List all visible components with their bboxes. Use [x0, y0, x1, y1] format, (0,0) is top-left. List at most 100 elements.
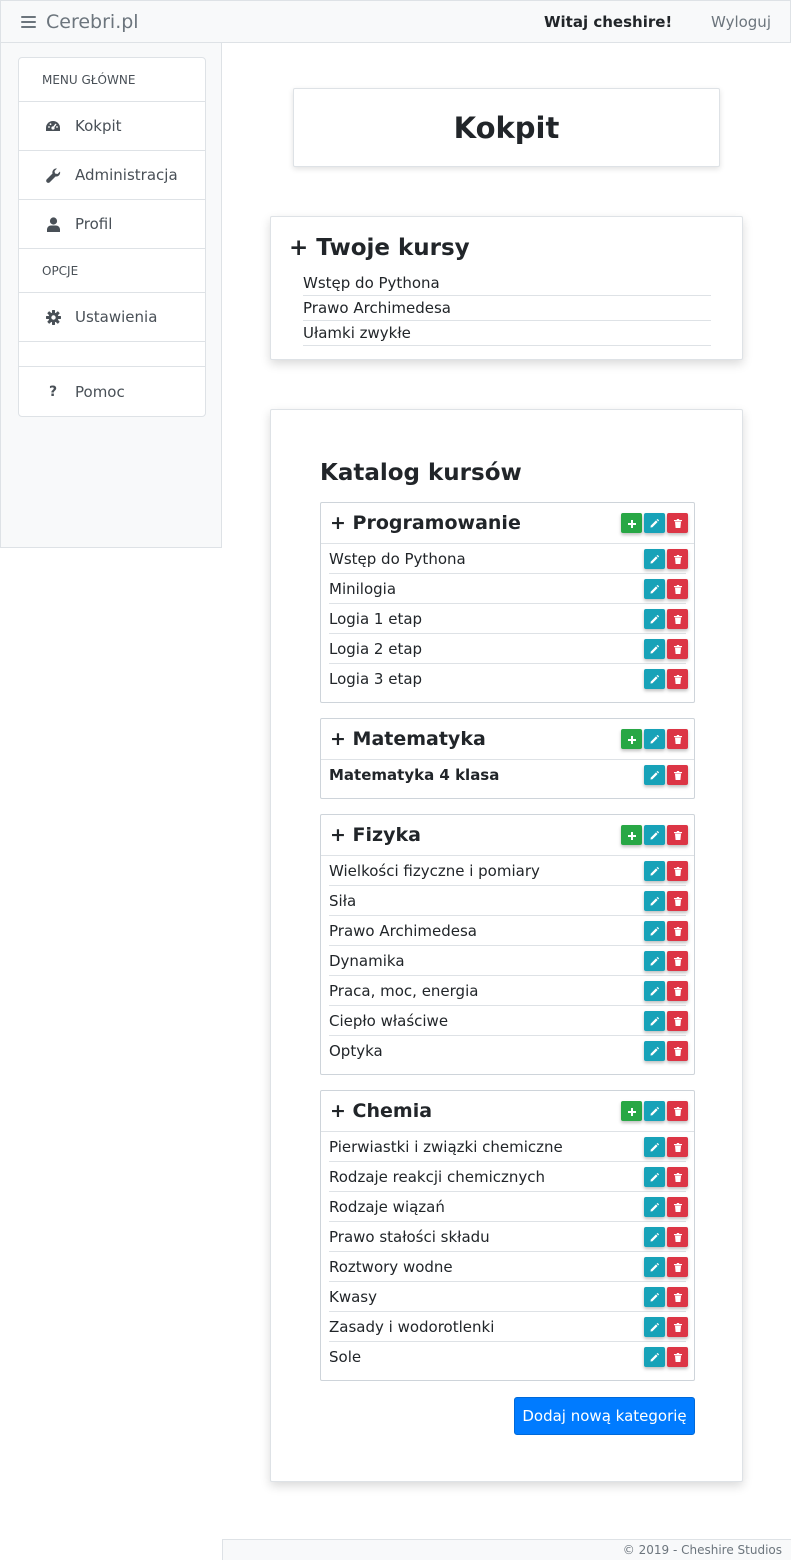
edit-course-button[interactable]	[644, 950, 665, 971]
delete-category-button[interactable]	[667, 513, 688, 533]
course-catalog-card: Katalog kursów + Programowanie Wstęp do P…	[270, 409, 743, 1482]
delete-course-button[interactable]	[667, 950, 688, 971]
edit-category-button[interactable]	[644, 1101, 665, 1121]
delete-course-button[interactable]	[667, 920, 688, 941]
course-name[interactable]: Wielkości fizyczne i pomiary	[329, 862, 644, 880]
delete-course-button[interactable]	[667, 578, 688, 599]
edit-course-button[interactable]	[644, 1286, 665, 1307]
edit-course-button[interactable]	[644, 1347, 665, 1367]
sidebar-item-profil[interactable]: Profil	[19, 200, 205, 249]
edit-course-button[interactable]	[644, 980, 665, 1001]
my-courses-title[interactable]: + Twoje kursy	[289, 235, 470, 261]
course-name[interactable]: Optyka	[329, 1042, 644, 1060]
delete-course-button[interactable]	[667, 608, 688, 629]
category-name[interactable]: + Chemia	[330, 1100, 432, 1122]
sidebar-item-ustawienia[interactable]: Ustawienia	[19, 293, 205, 342]
edit-course-button[interactable]	[644, 890, 665, 911]
add-course-button[interactable]	[621, 1101, 642, 1121]
delete-course-button[interactable]	[667, 548, 688, 569]
delete-course-button[interactable]	[667, 860, 688, 881]
delete-course-button[interactable]	[667, 1196, 688, 1217]
logout-link[interactable]: Wyloguj	[711, 13, 771, 31]
pencil-icon	[650, 1102, 659, 1120]
edit-course-button[interactable]	[644, 1256, 665, 1277]
hamburger-icon[interactable]	[21, 15, 36, 28]
edit-course-button[interactable]	[644, 1010, 665, 1031]
edit-course-button[interactable]	[644, 765, 665, 785]
delete-course-button[interactable]	[667, 1041, 688, 1061]
delete-course-button[interactable]	[667, 1010, 688, 1031]
brand-link[interactable]: Cerebri.pl	[21, 11, 139, 33]
edit-course-button[interactable]	[644, 669, 665, 689]
course-name[interactable]: Wstęp do Pythona	[329, 550, 644, 568]
sidebar-item-kokpit[interactable]: Kokpit	[19, 102, 205, 151]
course-name[interactable]: Praca, moc, energia	[329, 982, 644, 1000]
delete-category-button[interactable]	[667, 825, 688, 845]
sidebar-item-pomoc[interactable]: ? Pomoc	[19, 367, 205, 416]
course-name[interactable]: Pierwiastki i związki chemiczne	[329, 1138, 644, 1156]
edit-course-button[interactable]	[644, 1226, 665, 1247]
edit-category-button[interactable]	[644, 729, 665, 749]
delete-category-button[interactable]	[667, 1101, 688, 1121]
category-name[interactable]: + Matematyka	[330, 728, 486, 750]
course-row: Matematyka 4 klasa	[329, 760, 688, 790]
delete-category-button[interactable]	[667, 729, 688, 749]
sidebar-item-administracja[interactable]: Administracja	[19, 151, 205, 200]
add-course-button[interactable]	[621, 513, 642, 533]
add-course-button[interactable]	[621, 729, 642, 749]
course-name[interactable]: Logia 1 etap	[329, 610, 644, 628]
edit-course-button[interactable]	[644, 1041, 665, 1061]
add-category-button[interactable]: Dodaj nową kategorię	[514, 1397, 695, 1435]
course-actions	[644, 608, 688, 629]
edit-course-button[interactable]	[644, 920, 665, 941]
my-course-item[interactable]: Wstęp do Pythona	[303, 271, 711, 296]
delete-course-button[interactable]	[667, 765, 688, 785]
edit-course-button[interactable]	[644, 578, 665, 599]
edit-course-button[interactable]	[644, 1166, 665, 1187]
course-name[interactable]: Roztwory wodne	[329, 1258, 644, 1276]
course-name[interactable]: Ciepło właściwe	[329, 1012, 644, 1030]
edit-category-button[interactable]	[644, 825, 665, 845]
course-name[interactable]: Siła	[329, 892, 644, 910]
delete-course-button[interactable]	[667, 1136, 688, 1157]
delete-course-button[interactable]	[667, 980, 688, 1001]
trash-icon	[673, 826, 682, 844]
pencil-icon	[650, 550, 659, 568]
edit-course-button[interactable]	[644, 1136, 665, 1157]
course-name[interactable]: Prawo Archimedesa	[329, 922, 644, 940]
edit-category-button[interactable]	[644, 513, 665, 533]
course-name[interactable]: Matematyka 4 klasa	[329, 766, 644, 784]
edit-course-button[interactable]	[644, 1316, 665, 1337]
course-name[interactable]: Logia 2 etap	[329, 640, 644, 658]
edit-course-button[interactable]	[644, 608, 665, 629]
edit-course-button[interactable]	[644, 860, 665, 881]
edit-course-button[interactable]	[644, 1196, 665, 1217]
course-name[interactable]: Sole	[329, 1348, 644, 1366]
delete-course-button[interactable]	[667, 1286, 688, 1307]
course-name[interactable]: Logia 3 etap	[329, 670, 644, 688]
delete-course-button[interactable]	[667, 1316, 688, 1337]
delete-course-button[interactable]	[667, 1256, 688, 1277]
course-name[interactable]: Rodzaje reakcji chemicznych	[329, 1168, 644, 1186]
delete-course-button[interactable]	[667, 638, 688, 659]
course-name[interactable]: Kwasy	[329, 1288, 644, 1306]
pencil-icon	[650, 826, 659, 844]
course-name[interactable]: Prawo stałości składu	[329, 1228, 644, 1246]
delete-course-button[interactable]	[667, 890, 688, 911]
category-name[interactable]: + Programowanie	[330, 512, 521, 534]
course-name[interactable]: Zasady i wodorotlenki	[329, 1318, 644, 1336]
my-course-item[interactable]: Ułamki zwykłe	[303, 321, 711, 346]
plus-icon	[627, 730, 636, 748]
delete-course-button[interactable]	[667, 1166, 688, 1187]
course-name[interactable]: Dynamika	[329, 952, 644, 970]
my-course-item[interactable]: Prawo Archimedesa	[303, 296, 711, 321]
course-name[interactable]: Rodzaje wiązań	[329, 1198, 644, 1216]
course-name[interactable]: Minilogia	[329, 580, 644, 598]
edit-course-button[interactable]	[644, 638, 665, 659]
edit-course-button[interactable]	[644, 548, 665, 569]
delete-course-button[interactable]	[667, 1226, 688, 1247]
delete-course-button[interactable]	[667, 669, 688, 689]
delete-course-button[interactable]	[667, 1347, 688, 1367]
add-course-button[interactable]	[621, 825, 642, 845]
category-name[interactable]: + Fizyka	[330, 824, 421, 846]
